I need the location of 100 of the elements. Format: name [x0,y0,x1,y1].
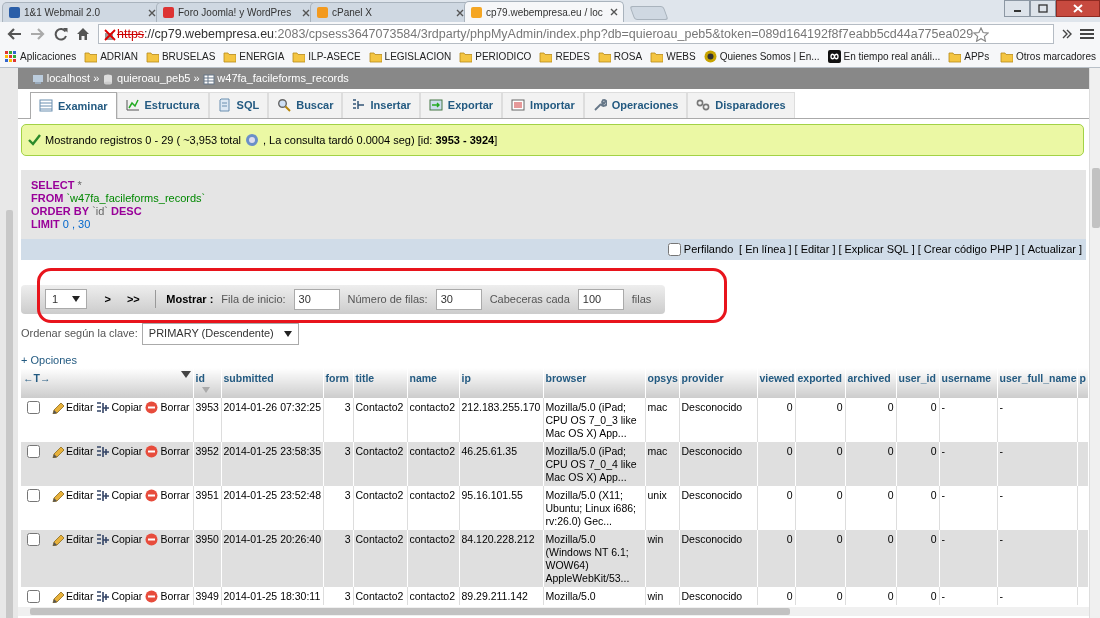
breadcrumb-link[interactable]: quieroau_peb5 [102,70,191,87]
row-action-link[interactable]: Copiar [96,533,143,546]
bookmark[interactable]: Quienes Somos | En... [703,49,820,64]
column-header[interactable]: name [407,368,459,398]
row-action-link[interactable]: Editar [51,401,94,414]
options-link[interactable]: + Opciones [21,351,77,368]
column-header[interactable]: ip [459,368,543,398]
help-icon[interactable] [244,132,259,147]
row-action-link[interactable]: Copiar [96,445,143,458]
tab[interactable]: Examinar [30,92,117,119]
column-header[interactable]: user_full_name [997,368,1077,398]
bookmark[interactable]: ILP-ASECE [292,49,361,64]
home-icon[interactable] [76,27,90,41]
tab[interactable]: Operaciones [583,92,688,118]
bookmark[interactable]: ROSA [597,49,643,64]
row-checkbox[interactable] [27,590,40,603]
bookmark[interactable]: WEBS [650,49,696,64]
row-action-link[interactable]: Borrar [145,445,190,458]
row-checkbox[interactable] [27,489,40,502]
table-cell: mac [645,442,679,486]
column-header[interactable]: opsys [645,368,679,398]
column-header[interactable]: archived [845,368,896,398]
star-icon[interactable] [973,26,990,42]
row-action-link[interactable]: Editar [51,533,94,546]
profiling-checkbox[interactable] [668,242,682,256]
tab[interactable]: Importar [502,92,584,118]
close-icon[interactable] [456,8,464,17]
tab[interactable]: Exportar [419,92,503,118]
column-header[interactable]: user_id [896,368,939,398]
table-cell: win [645,587,679,605]
row-action-link[interactable]: Borrar [145,401,190,414]
column-header[interactable]: submitted [221,368,323,398]
column-header[interactable]: exported [795,368,845,398]
row-action-link[interactable]: Borrar [145,489,190,502]
sql-link[interactable]: Editar [800,241,830,258]
scrollbar-thumb[interactable] [1092,168,1100,228]
close-button[interactable] [1056,0,1100,17]
next-page-button[interactable]: > [100,290,115,308]
scrollbar-thumb[interactable] [6,210,13,618]
close-icon[interactable] [148,8,156,17]
input-field[interactable]: 100 [577,288,624,310]
sort-caret-icon[interactable] [180,371,191,378]
bookmark[interactable]: BRUSELAS [145,49,216,64]
input-field[interactable]: 30 [435,288,482,310]
menu-icon[interactable] [1080,28,1094,40]
overflow-chevron-icon[interactable] [1062,28,1072,40]
bookmark[interactable]: ENERGIA [223,49,285,64]
breadcrumb-link[interactable]: w47fa_facileforms_records [202,70,349,87]
sql-link[interactable]: Actualizar [1027,241,1076,258]
address-field[interactable]: https://cp79.webempresa.eu:2083/cpsess3647073584/3rdparty/phpMyAdmin/index.php?db=quieroau_peb5&token=089d164192f8f7eabb5cd44a775ea029 [98,24,1054,44]
maximize-button[interactable] [1030,0,1056,17]
bookmark[interactable]: LEGISLACION [368,49,452,64]
bracket: [ [794,242,798,257]
row-action-link[interactable]: Borrar [145,590,190,603]
row-checkbox[interactable] [27,401,40,414]
row-action-link[interactable]: Borrar [145,533,190,546]
row-checkbox[interactable] [27,445,40,458]
row-action-link[interactable]: Copiar [96,401,143,414]
column-arrows[interactable]: ←T→ [23,371,51,387]
row-action-link[interactable]: Editar [51,489,94,502]
row-action-link[interactable]: Editar [51,445,94,458]
bookmark[interactable]: Aplicaciones [4,49,77,64]
bookmark[interactable]: PERIODICO [459,49,532,64]
sql-link[interactable]: Explicar SQL [844,241,909,258]
page-select[interactable]: 1 [45,289,87,309]
column-header[interactable]: username [939,368,997,398]
tab[interactable]: Insertar [342,92,420,118]
column-header[interactable]: id [193,368,221,398]
column-header[interactable]: title [353,368,407,398]
breadcrumb-link[interactable]: localhost [32,70,91,87]
tab[interactable]: SQL [208,92,269,118]
scrollbar-thumb[interactable] [30,608,790,615]
close-icon[interactable] [302,8,310,17]
column-header[interactable]: form [323,368,353,398]
close-icon[interactable] [610,8,618,16]
bookmark[interactable]: En tiempo real análi... [827,49,941,64]
last-page-button[interactable]: >> [122,290,144,308]
sql-link[interactable]: En línea [745,241,786,258]
tab[interactable]: Buscar [268,92,343,118]
browser-tab[interactable]: cp79.webempresa.eu / loc [464,1,624,22]
table-cell: 84.120.228.212 [459,530,543,587]
row-action-link[interactable]: Copiar [96,590,143,603]
bookmark[interactable]: ADRIAN [84,49,138,64]
sort-select[interactable]: PRIMARY (Descendente) [141,322,299,345]
tab[interactable]: Disparadores [687,92,795,118]
row-action-link[interactable]: Copiar [96,489,143,502]
bookmark[interactable]: APPs [948,49,990,64]
reload-icon[interactable] [54,27,68,41]
row-action-link[interactable]: Editar [51,590,94,603]
input-field[interactable]: 30 [293,288,340,310]
bookmark[interactable]: REDES [539,49,590,64]
column-header[interactable]: provider [679,368,757,398]
row-checkbox[interactable] [27,533,40,546]
sql-link[interactable]: Crear código PHP [923,241,1013,258]
bookmark[interactable]: Otros marcadores [999,49,1096,64]
column-header[interactable]: browser [543,368,645,398]
tab[interactable]: Estructura [116,92,209,118]
minimize-button[interactable] [1004,0,1030,17]
back-icon[interactable] [6,27,22,41]
column-header[interactable]: viewed [757,368,795,398]
